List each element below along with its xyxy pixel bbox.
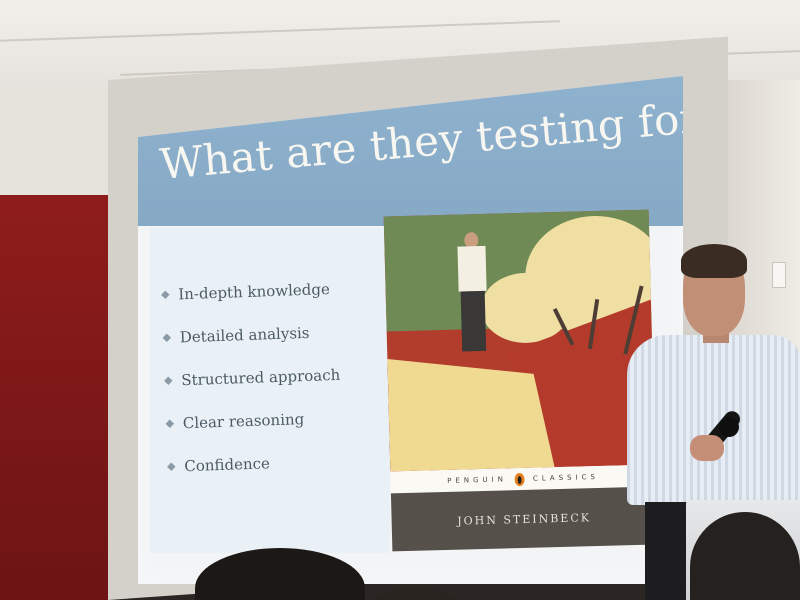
red-wall-panel bbox=[0, 195, 110, 600]
presenter-hair bbox=[681, 244, 747, 278]
figure-trousers bbox=[460, 290, 487, 352]
bullet-text: Detailed analysis bbox=[179, 323, 310, 347]
bullet-item: Detailed analysis bbox=[162, 323, 340, 372]
presentation-slide: What are they testing for In-depth knowl… bbox=[138, 76, 683, 584]
bullet-text: In-depth knowledge bbox=[177, 280, 331, 304]
bullet-item: In-depth knowledge bbox=[160, 280, 338, 329]
bullet-text: Confidence bbox=[183, 454, 271, 476]
audience-head bbox=[370, 588, 460, 600]
figure-shirt bbox=[457, 245, 487, 292]
book-author: JOHN STEINBECK bbox=[457, 510, 592, 528]
back-wall bbox=[0, 90, 120, 205]
bullet-list: In-depth knowledge Detailed analysis Str… bbox=[160, 280, 344, 501]
penguin-logo-icon bbox=[514, 472, 526, 486]
diamond-bullet-icon bbox=[161, 290, 170, 300]
presenter-hand bbox=[690, 435, 724, 461]
bullet-item: Structured approach bbox=[163, 366, 341, 415]
diamond-bullet-icon bbox=[164, 376, 173, 386]
series-name: CLASSICS bbox=[532, 472, 600, 483]
presenter-shirt bbox=[627, 335, 800, 505]
lecture-room-photo: What are they testing for In-depth knowl… bbox=[0, 0, 800, 600]
diamond-bullet-icon bbox=[165, 419, 175, 428]
diamond-bullet-icon bbox=[162, 333, 172, 343]
bullet-item: Clear reasoning bbox=[165, 409, 343, 458]
bullet-item: Confidence bbox=[166, 452, 344, 501]
microphone-head bbox=[719, 417, 739, 437]
bullet-text: Clear reasoning bbox=[182, 410, 305, 433]
publisher-name: PENGUIN bbox=[447, 475, 508, 485]
illustration-cloud bbox=[480, 271, 573, 344]
ceiling-tile-seam bbox=[0, 20, 560, 42]
diamond-bullet-icon bbox=[167, 462, 176, 471]
